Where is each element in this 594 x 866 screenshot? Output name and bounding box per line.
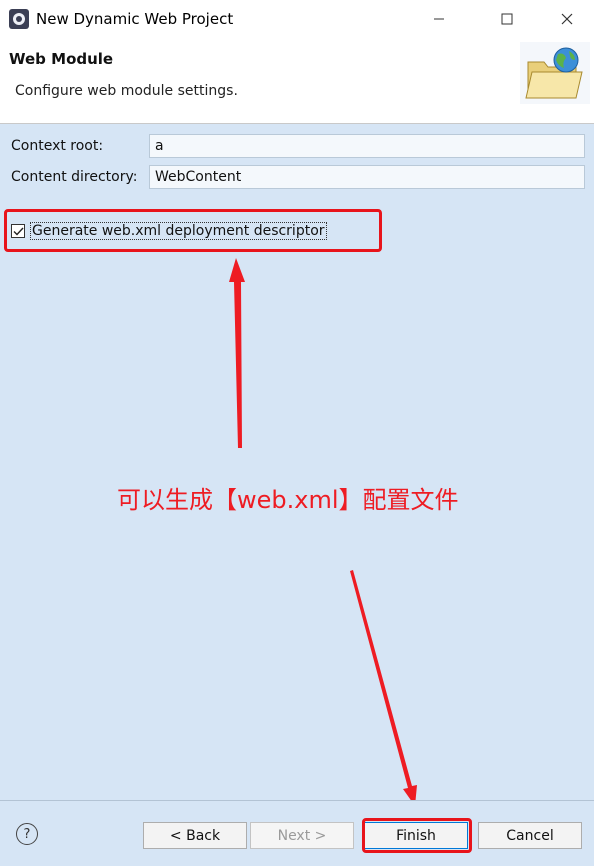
help-icon[interactable]: ? <box>16 823 38 845</box>
button-bar: ? < Back Next > Finish Cancel <box>0 800 594 866</box>
back-button[interactable]: < Back <box>143 822 247 849</box>
arrow-up-to-checkbox <box>229 258 245 448</box>
next-button[interactable]: Next > <box>250 822 354 849</box>
cancel-button[interactable]: Cancel <box>478 822 582 849</box>
annotation-arrows <box>229 258 417 806</box>
arrow-down-to-finish <box>350 570 417 806</box>
finish-highlight-box <box>362 818 472 853</box>
